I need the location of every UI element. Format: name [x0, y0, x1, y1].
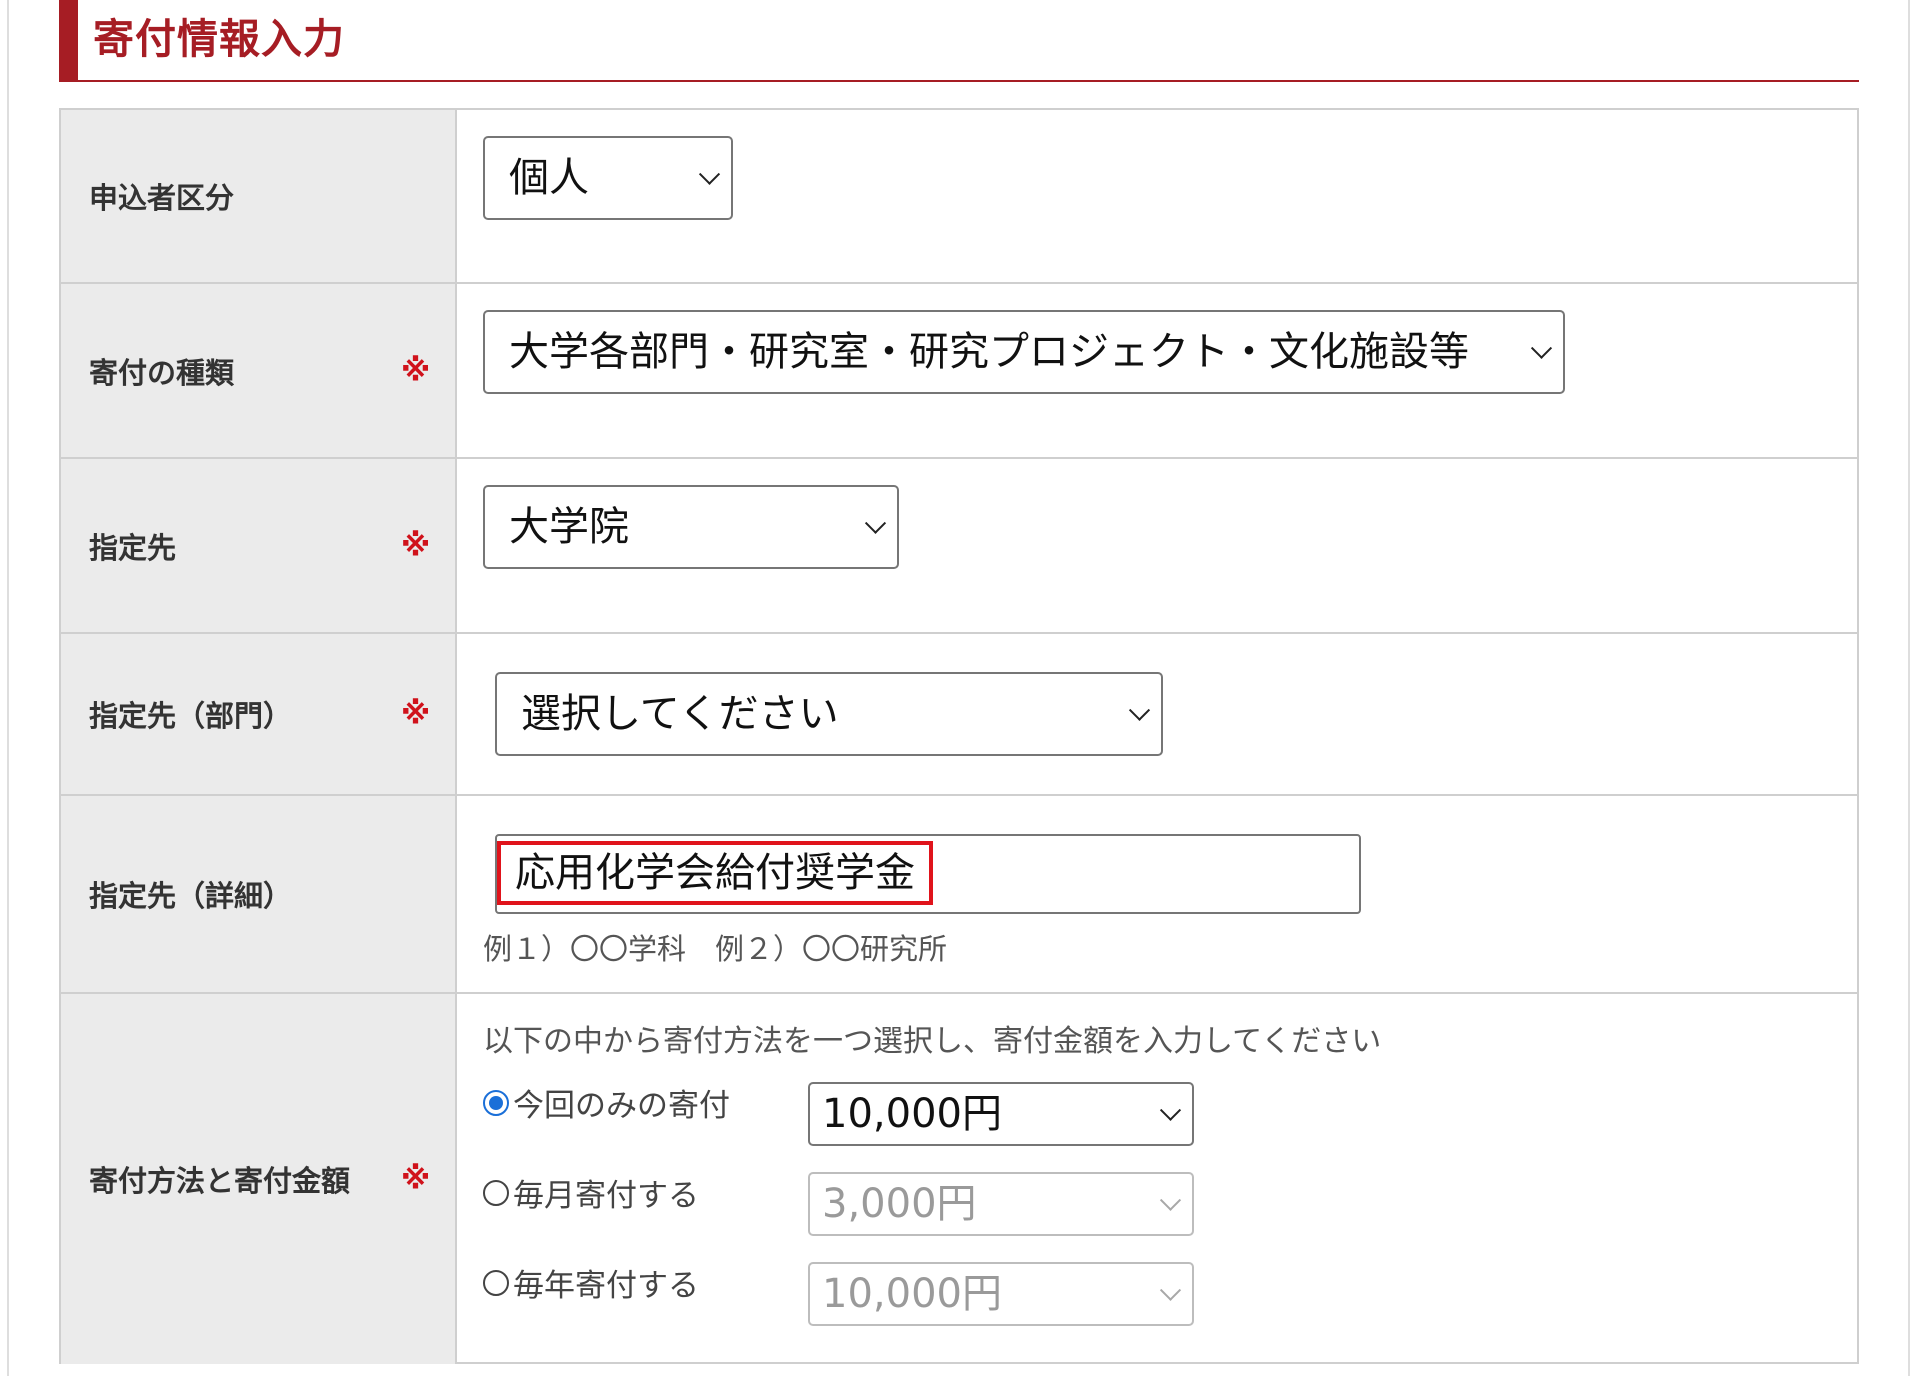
- one-time-amount-select[interactable]: 10,000円: [808, 1082, 1194, 1146]
- value-cell: 以下の中から寄付方法を一つ選択し、寄付金額を入力してください 今回のみの寄付 1…: [457, 994, 1857, 1364]
- radio-label: 毎月寄付する: [513, 1178, 699, 1214]
- radio-monthly[interactable]: 毎月寄付する: [483, 1170, 699, 1215]
- amount-value: 10,000円: [822, 1271, 1002, 1317]
- value-cell: 個人: [457, 110, 1857, 282]
- row-donation-type: 寄付の種類 ※ 大学各部門・研究室・研究プロジェクト・文化施設等: [61, 284, 1857, 459]
- designation-label: 指定先: [89, 530, 177, 565]
- chevron-down-icon: [864, 512, 887, 534]
- label-cell: 指定先 ※: [61, 459, 457, 632]
- donation-form-table: 申込者区分 個人 寄付の種類 ※ 大学各部門・研究室・研究プロジェクト・文化施設…: [59, 108, 1859, 1364]
- method-label: 寄付方法と寄付金額: [89, 1164, 351, 1198]
- value-cell: 選択してください: [457, 634, 1857, 794]
- chevron-down-icon: [1159, 1279, 1182, 1301]
- highlighted-input-value: 応用化学会給付奨学金: [497, 841, 933, 905]
- chevron-down-icon: [1159, 1189, 1182, 1211]
- radio-unchecked-icon[interactable]: [483, 1179, 509, 1206]
- applicant-label: 申込者区分: [89, 181, 235, 215]
- chevron-down-icon: [1159, 1099, 1182, 1121]
- label-cell: 寄付の種類 ※: [61, 284, 457, 457]
- row-applicant: 申込者区分 個人: [61, 110, 1857, 284]
- designation-dept-select[interactable]: 選択してください: [495, 672, 1163, 756]
- radio-yearly[interactable]: 毎年寄付する: [483, 1260, 699, 1305]
- row-designation-dept: 指定先（部門） ※ 選択してください: [61, 634, 1857, 796]
- label-cell: 申込者区分: [61, 110, 457, 282]
- radio-label: 毎年寄付する: [513, 1268, 699, 1304]
- value-cell: 大学院: [457, 459, 1857, 632]
- label-cell: 指定先（詳細）: [61, 796, 457, 992]
- row-designation-detail: 指定先（詳細） 応用化学会給付奨学金 例１）〇〇学科 例２）〇〇研究所: [61, 796, 1857, 994]
- designation-select-value: 大学院: [509, 504, 629, 550]
- page-border-right: [1908, 0, 1910, 1376]
- yearly-amount-select: 10,000円: [808, 1262, 1194, 1326]
- designation-dept-label: 指定先（部門）: [89, 699, 293, 733]
- designation-select[interactable]: 大学院: [483, 485, 899, 569]
- chevron-down-icon: [1128, 699, 1151, 721]
- page-title: 寄付情報入力: [93, 15, 345, 63]
- required-mark: ※: [401, 528, 431, 563]
- method-instruction: 以下の中から寄付方法を一つ選択し、寄付金額を入力してください: [483, 1024, 1382, 1059]
- required-mark: ※: [401, 353, 431, 388]
- value-cell: 応用化学会給付奨学金 例１）〇〇学科 例２）〇〇研究所: [457, 796, 1857, 992]
- radio-unchecked-icon[interactable]: [483, 1269, 509, 1296]
- heading-underline: [59, 80, 1859, 82]
- amount-value: 3,000円: [822, 1181, 977, 1227]
- amount-value: 10,000円: [822, 1091, 1002, 1137]
- row-method: 寄付方法と寄付金額 ※ 以下の中から寄付方法を一つ選択し、寄付金額を入力してくだ…: [61, 994, 1857, 1364]
- designation-dept-select-value: 選択してください: [521, 691, 839, 737]
- donation-type-label: 寄付の種類: [89, 355, 235, 390]
- label-cell: 寄付方法と寄付金額 ※: [61, 994, 457, 1364]
- radio-one-time[interactable]: 今回のみの寄付: [483, 1080, 730, 1125]
- radio-label: 今回のみの寄付: [513, 1088, 730, 1124]
- page-border-left: [7, 0, 9, 1376]
- label-cell: 指定先（部門） ※: [61, 634, 457, 794]
- radio-checked-icon[interactable]: [483, 1089, 509, 1116]
- chevron-down-icon: [698, 163, 721, 185]
- donation-type-select[interactable]: 大学各部門・研究室・研究プロジェクト・文化施設等: [483, 310, 1565, 394]
- applicant-select[interactable]: 個人: [483, 136, 733, 220]
- chevron-down-icon: [1530, 337, 1553, 359]
- designation-detail-hint: 例１）〇〇学科 例２）〇〇研究所: [483, 932, 948, 966]
- monthly-amount-select: 3,000円: [808, 1172, 1194, 1236]
- designation-detail-label: 指定先（詳細）: [89, 879, 293, 913]
- row-designation: 指定先 ※ 大学院: [61, 459, 1857, 634]
- designation-detail-input[interactable]: 応用化学会給付奨学金: [495, 834, 1361, 914]
- donation-type-select-value: 大学各部門・研究室・研究プロジェクト・文化施設等: [509, 329, 1469, 375]
- heading-accent-bar: [59, 0, 78, 82]
- applicant-select-value: 個人: [509, 155, 589, 201]
- required-mark: ※: [401, 696, 431, 732]
- required-mark: ※: [401, 1161, 431, 1197]
- value-cell: 大学各部門・研究室・研究プロジェクト・文化施設等: [457, 284, 1857, 457]
